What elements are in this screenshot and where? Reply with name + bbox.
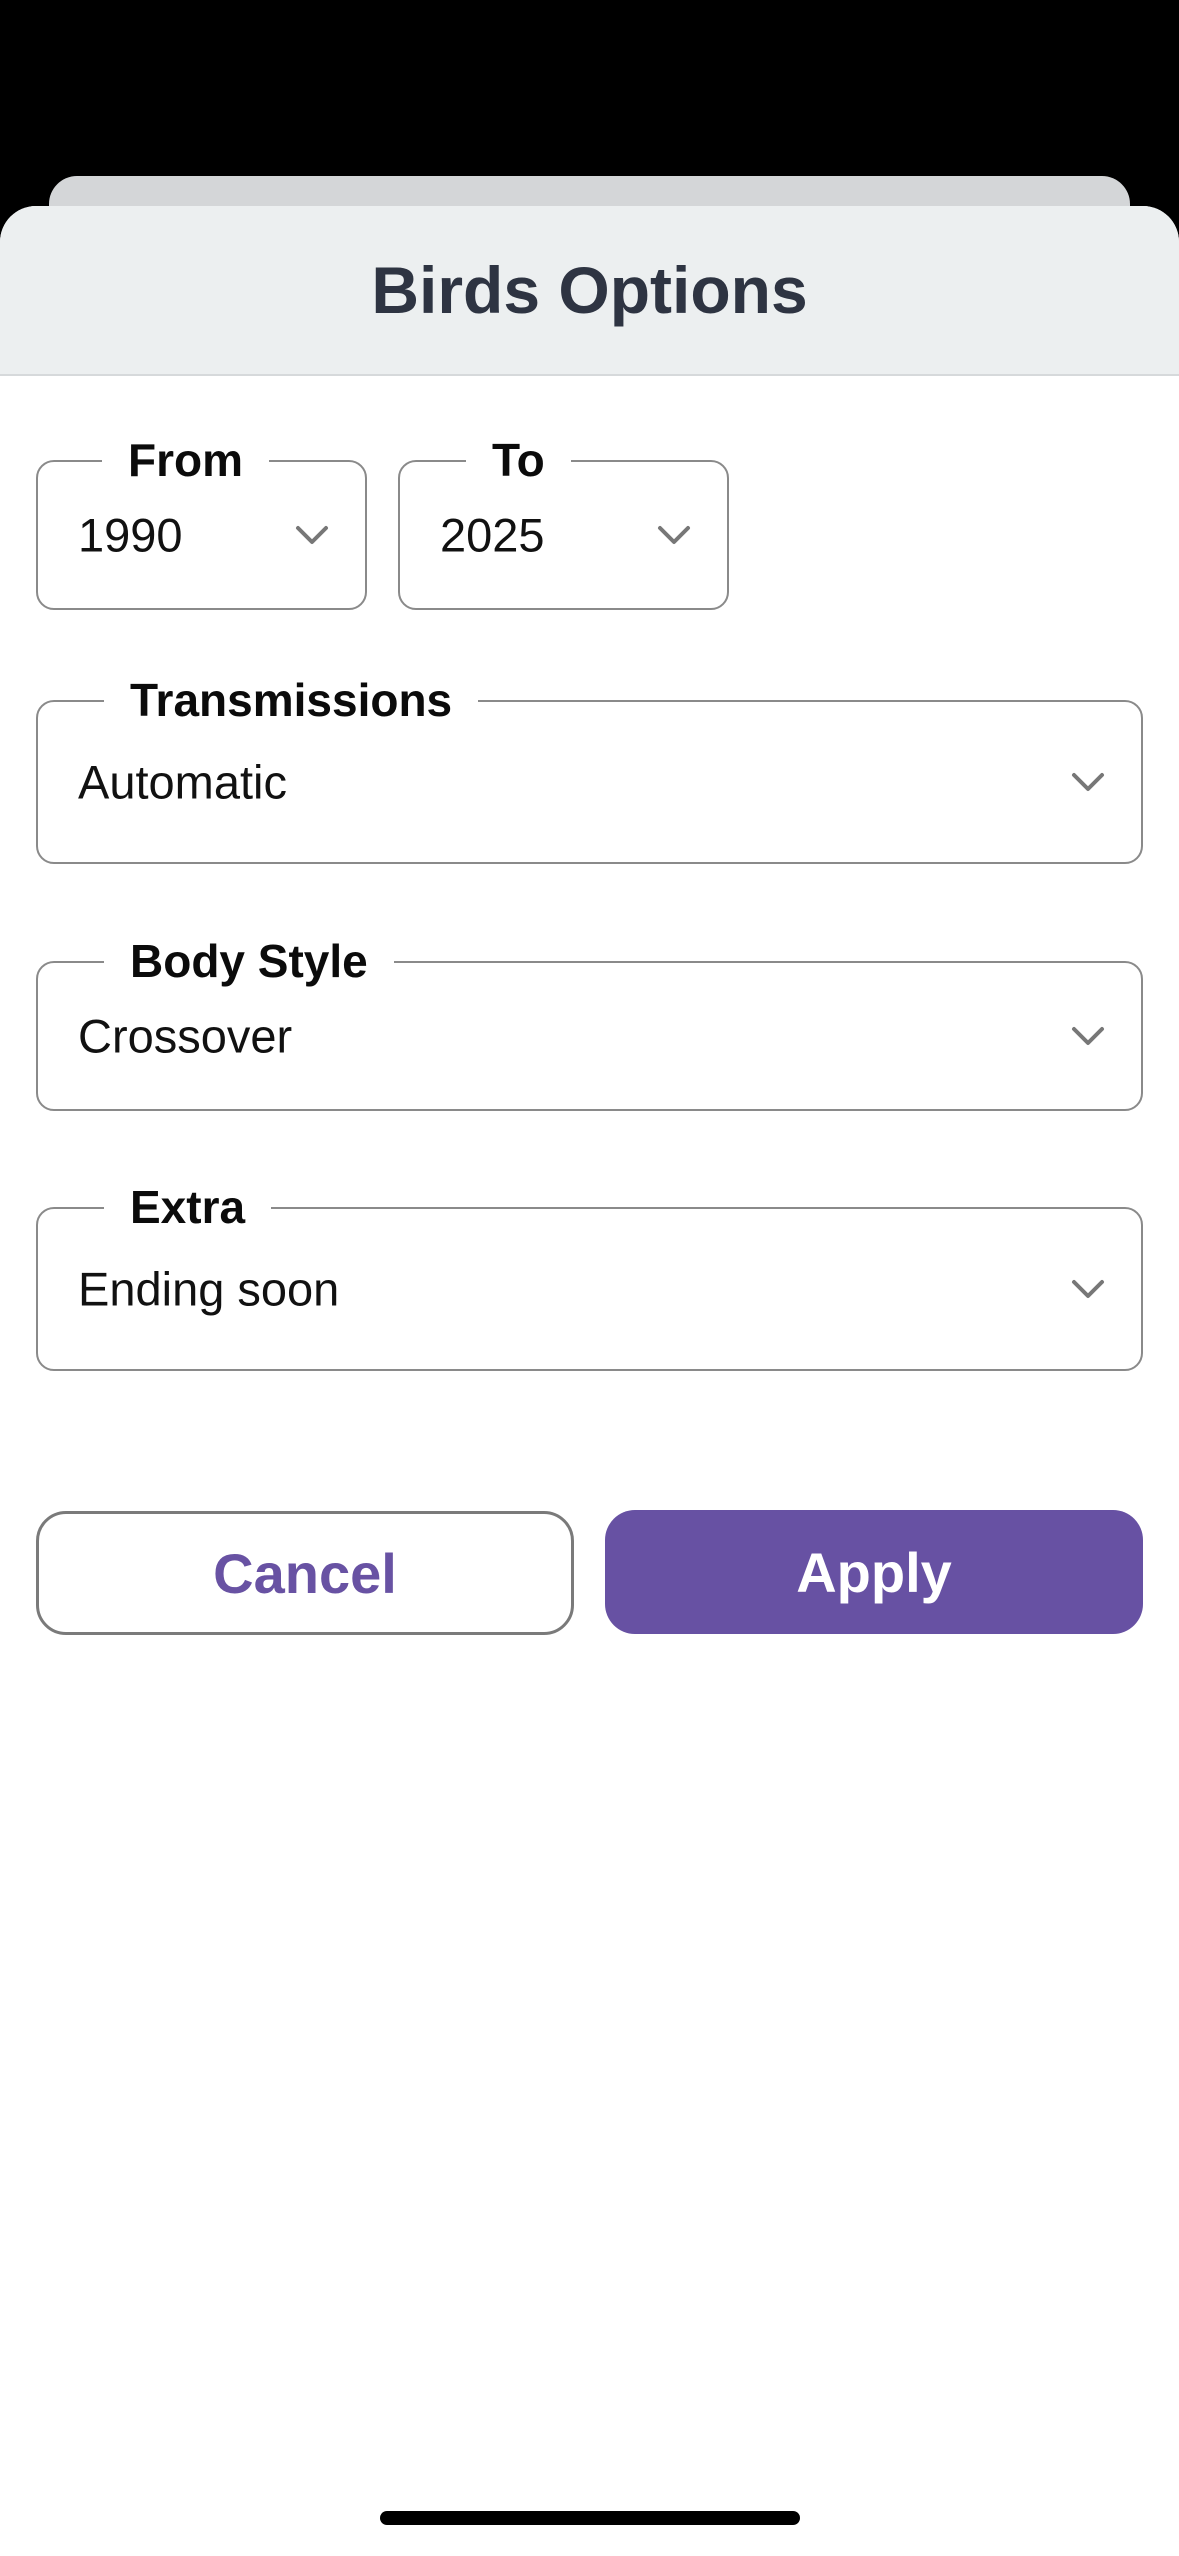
to-value: 2025 [440,508,545,562]
extra-select[interactable]: Extra Ending soon [36,1175,1143,1371]
sheet-header: Birds Options [0,206,1179,376]
options-sheet: Birds Options From 1990 To 2025 Transmis… [0,206,1179,2556]
chevron-down-icon [1072,1280,1104,1298]
transmissions-value: Automatic [78,755,287,809]
to-label: To [466,428,571,492]
home-indicator [380,2511,800,2525]
from-label: From [102,428,269,492]
from-value: 1990 [78,508,183,562]
chevron-down-icon [1072,773,1104,791]
body-style-label: Body Style [104,929,394,993]
from-year-select[interactable]: From 1990 [36,428,367,610]
sheet-title: Birds Options [371,253,808,327]
extra-label: Extra [104,1175,272,1239]
to-year-select[interactable]: To 2025 [398,428,729,610]
body-style-select[interactable]: Body Style Crossover [36,929,1143,1111]
apply-button[interactable]: Apply [605,1510,1143,1634]
cancel-button[interactable]: Cancel [36,1511,574,1635]
transmissions-select[interactable]: Transmissions Automatic [36,668,1143,864]
chevron-down-icon [1072,1027,1104,1045]
body-style-value: Crossover [78,1009,293,1063]
extra-value: Ending soon [78,1262,340,1316]
chevron-down-icon [658,526,690,544]
chevron-down-icon [296,526,328,544]
transmissions-label: Transmissions [104,668,479,732]
